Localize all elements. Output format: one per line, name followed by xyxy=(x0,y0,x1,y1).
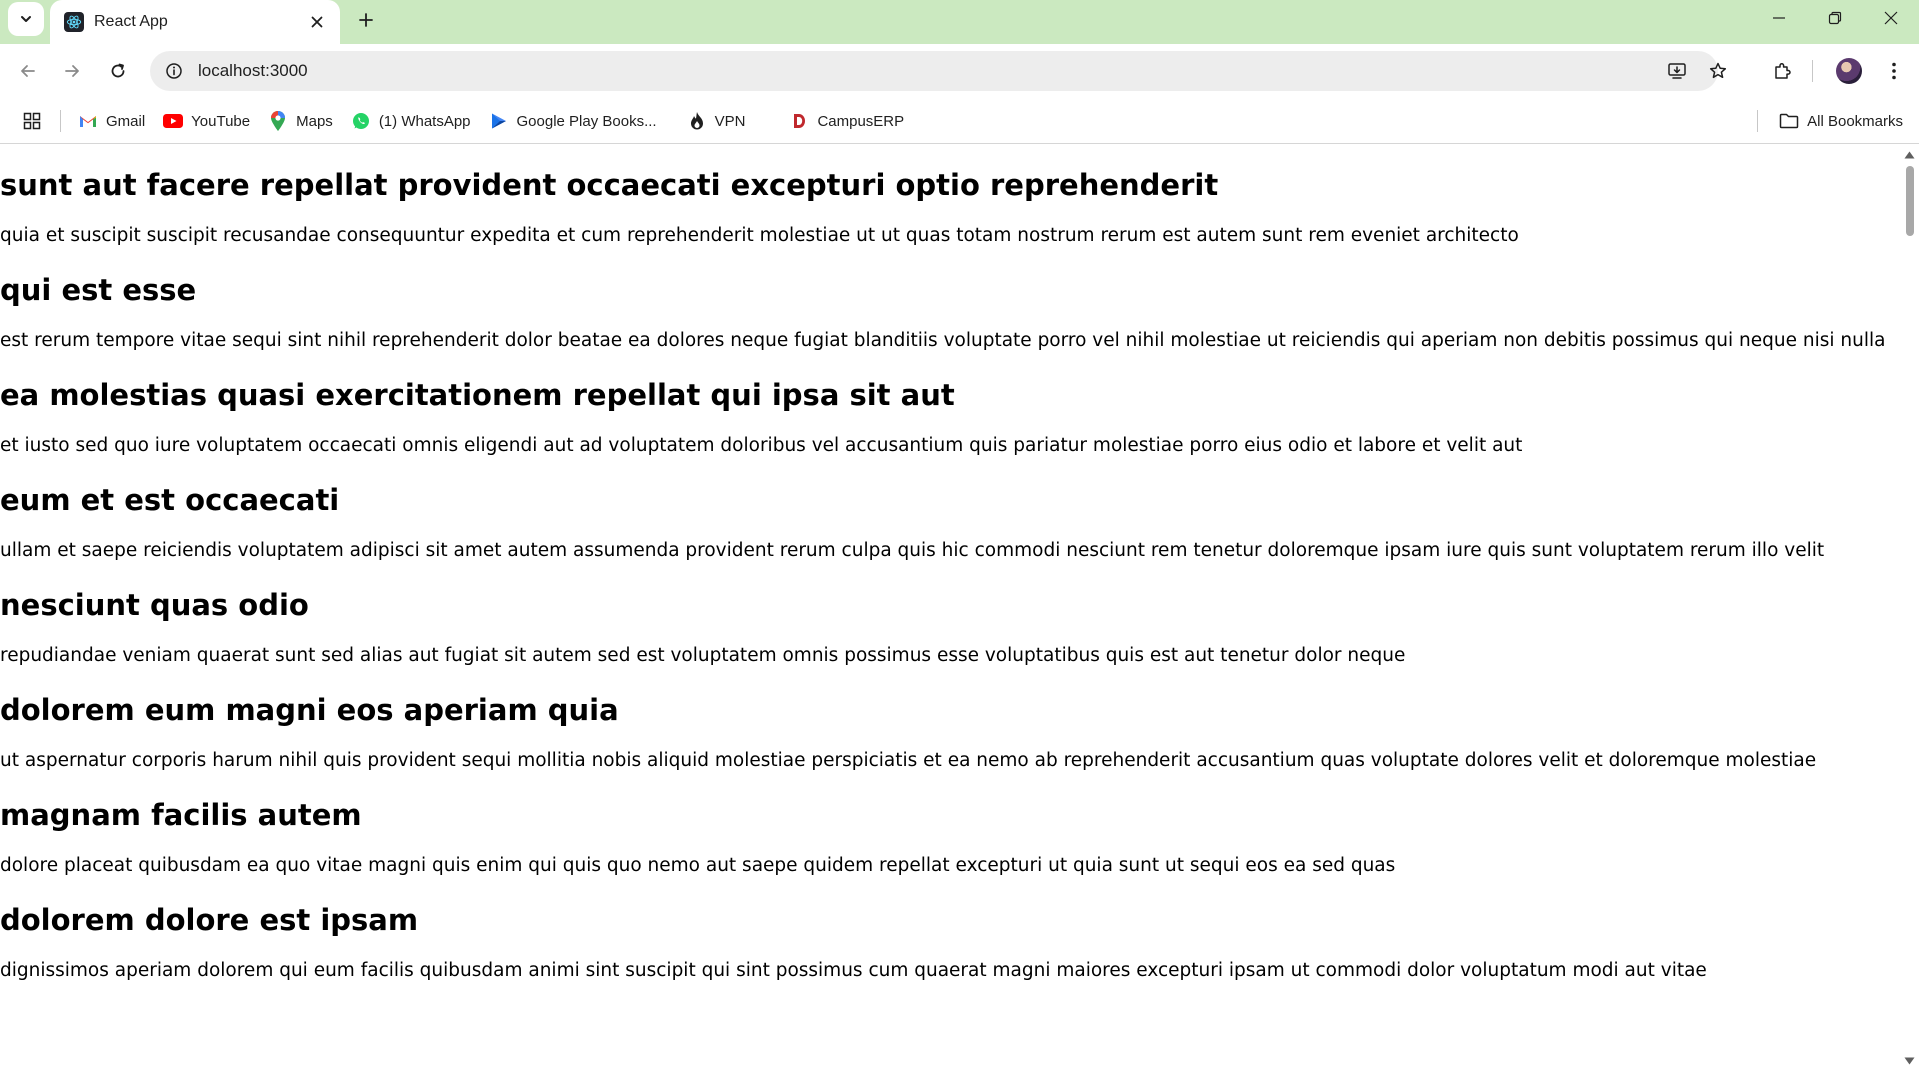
post-body: quia et suscipit suscipit recusandae con… xyxy=(0,225,1519,246)
post-title: nesciunt quas odio xyxy=(0,588,309,622)
folder-icon xyxy=(1779,111,1799,131)
tab-react-app[interactable]: React App xyxy=(50,0,340,44)
install-icon xyxy=(1668,63,1686,79)
all-bookmarks-button[interactable]: All Bookmarks xyxy=(1779,106,1903,136)
youtube-icon xyxy=(163,111,184,131)
star-icon xyxy=(1709,62,1727,79)
post-title: ea molestias quasi exercitationem repell… xyxy=(0,378,955,412)
close-window-button[interactable] xyxy=(1863,0,1919,36)
all-bookmarks-divider xyxy=(1757,110,1758,132)
post-item: dolorem dolore est ipsam dignissimos ape… xyxy=(0,879,1900,984)
vpn-icon xyxy=(687,111,707,131)
post-item: eum et est occaecati ullam et saepe reic… xyxy=(0,459,1900,564)
scrollbar-thumb[interactable] xyxy=(1906,166,1914,236)
bookmarks-divider xyxy=(60,110,61,132)
toolbar-divider xyxy=(1812,60,1813,82)
post-body: ullam et saepe reiciendis voluptatem adi… xyxy=(0,540,1825,561)
bookmark-vpn[interactable]: VPN xyxy=(687,106,746,136)
post-item: magnam facilis autem dolore placeat quib… xyxy=(0,774,1900,879)
bookmark-label: CampusERP xyxy=(817,112,905,130)
bookmark-label: Maps xyxy=(296,112,333,130)
play-books-icon xyxy=(489,111,509,131)
forward-button[interactable] xyxy=(56,55,88,87)
page-viewport: sunt aut facere repellat provident occae… xyxy=(0,144,1900,1072)
url-input[interactable] xyxy=(198,61,1498,81)
bookmark-list: Gmail YouTube Maps (1) WhatsApp Google P… xyxy=(78,106,922,136)
tab-search-button[interactable] xyxy=(8,2,44,36)
puzzle-icon xyxy=(1775,62,1791,79)
page-scrollbar[interactable] xyxy=(1900,144,1919,1072)
avatar xyxy=(1836,58,1862,84)
tab-strip: React App xyxy=(0,0,1919,44)
reload-icon xyxy=(111,63,125,78)
post-body: repudiandae veniam quaerat sunt sed alia… xyxy=(0,645,1406,666)
post-body: dignissimos aperiam dolorem qui eum faci… xyxy=(0,960,1707,981)
scroll-down-button[interactable] xyxy=(1904,1056,1915,1066)
bookmark-label: VPN xyxy=(714,112,746,130)
extensions-button[interactable] xyxy=(1766,55,1798,87)
maps-icon xyxy=(268,111,288,131)
bookmark-youtube[interactable]: YouTube xyxy=(163,106,250,136)
post-item: qui est esse est rerum tempore vitae seq… xyxy=(0,249,1900,354)
minimize-button[interactable] xyxy=(1751,0,1807,36)
triangle-down-icon xyxy=(1904,1057,1915,1065)
back-button[interactable] xyxy=(12,55,44,87)
site-info-icon[interactable] xyxy=(162,59,186,83)
plus-icon xyxy=(359,13,373,27)
tab-close-button[interactable] xyxy=(306,11,328,33)
bookmark-label: Gmail xyxy=(106,112,146,130)
bookmark-google-play-books[interactable]: Google Play Books... xyxy=(489,106,657,136)
all-bookmarks-label: All Bookmarks xyxy=(1807,112,1903,130)
apps-grid-icon xyxy=(23,112,41,130)
gmail-icon xyxy=(78,111,98,131)
post-body: ut aspernatur corporis harum nihil quis … xyxy=(0,750,1817,771)
chevron-down-icon xyxy=(21,16,31,22)
post-body: dolore placeat quibusdam ea quo vitae ma… xyxy=(0,855,1396,876)
post-item: ea molestias quasi exercitationem repell… xyxy=(0,354,1900,459)
post-title: dolorem dolore est ipsam xyxy=(0,903,419,937)
post-body: est rerum tempore vitae sequi sint nihil… xyxy=(0,330,1886,351)
post-title: eum et est occaecati xyxy=(0,483,340,517)
bookmark-label: (1) WhatsApp xyxy=(378,112,471,130)
window-controls xyxy=(1751,0,1919,36)
bookmark-maps[interactable]: Maps xyxy=(268,106,333,136)
apps-button[interactable] xyxy=(20,109,44,133)
restore-icon xyxy=(1828,11,1842,25)
campuserp-icon xyxy=(789,111,809,131)
post-title: qui est esse xyxy=(0,273,197,307)
close-icon xyxy=(311,16,323,28)
post-body: et iusto sed quo iure voluptatem occaeca… xyxy=(0,435,1523,456)
new-tab-button[interactable] xyxy=(352,6,380,34)
menu-button[interactable] xyxy=(1878,55,1910,87)
arrow-right-icon xyxy=(65,65,79,77)
scroll-up-button[interactable] xyxy=(1904,150,1915,160)
arrow-left-icon xyxy=(21,65,35,77)
bookmark-campuserp[interactable]: CampusERP xyxy=(789,106,904,136)
bookmark-whatsapp[interactable]: (1) WhatsApp xyxy=(351,106,471,136)
bookmark-label: YouTube xyxy=(191,112,251,130)
whatsapp-icon xyxy=(351,111,371,131)
bookmarks-bar: Gmail YouTube Maps (1) WhatsApp Google P… xyxy=(0,98,1919,144)
post-title: magnam facilis autem xyxy=(0,798,362,832)
bookmark-label: Google Play Books... xyxy=(516,112,657,130)
browser-toolbar xyxy=(0,44,1919,98)
address-bar[interactable] xyxy=(150,51,1718,91)
close-icon xyxy=(1884,11,1898,25)
bookmark-gmail[interactable]: Gmail xyxy=(78,106,145,136)
react-icon xyxy=(64,12,84,32)
minimize-icon xyxy=(1773,17,1785,19)
install-app-button[interactable] xyxy=(1662,51,1692,91)
post-item: sunt aut facere repellat provident occae… xyxy=(0,144,1900,249)
bookmark-star-button[interactable] xyxy=(1703,51,1733,91)
post-item: dolorem eum magni eos aperiam quia ut as… xyxy=(0,669,1900,774)
reload-button[interactable] xyxy=(102,55,134,87)
tab-title: React App xyxy=(94,13,168,30)
post-title: sunt aut facere repellat provident occae… xyxy=(0,168,1219,202)
post-item: nesciunt quas odio repudiandae veniam qu… xyxy=(0,564,1900,669)
more-vertical-icon xyxy=(1892,62,1896,80)
post-title: dolorem eum magni eos aperiam quia xyxy=(0,693,619,727)
triangle-up-icon xyxy=(1904,151,1915,159)
profile-button[interactable] xyxy=(1833,55,1865,87)
restore-button[interactable] xyxy=(1807,0,1863,36)
